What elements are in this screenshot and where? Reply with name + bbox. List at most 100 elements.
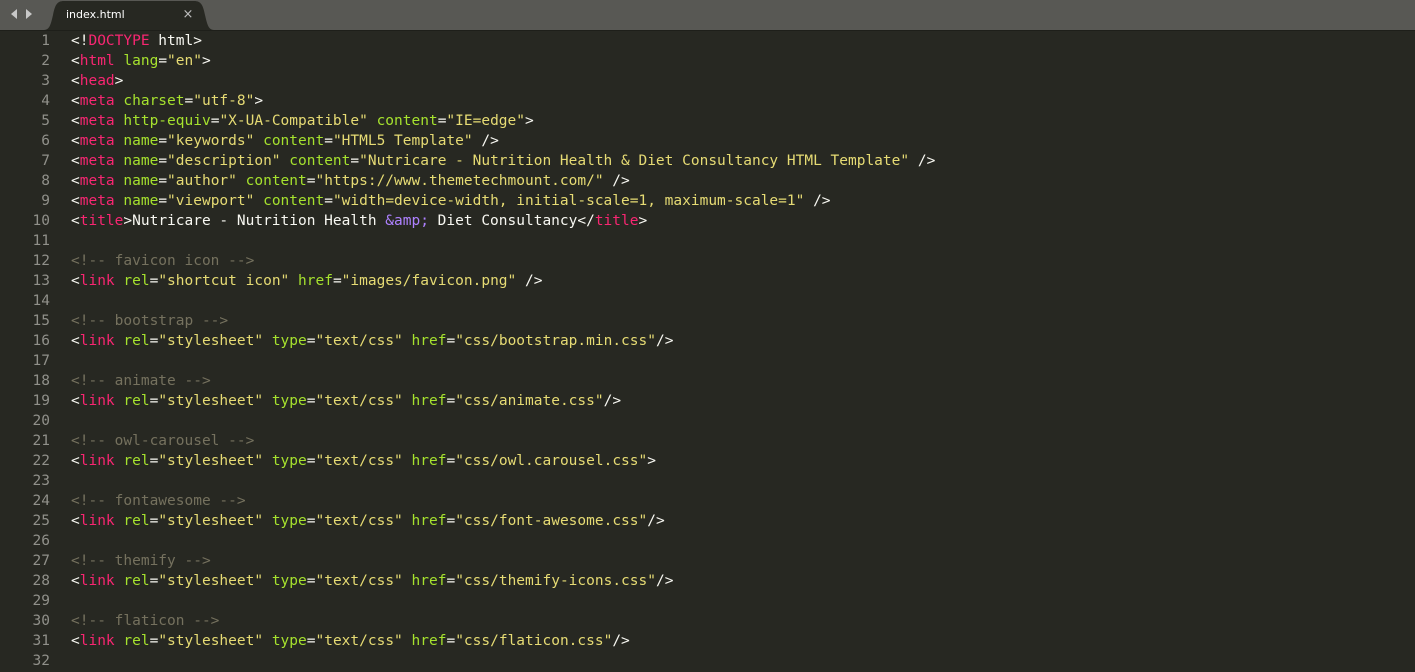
- code-token: link: [79, 333, 115, 349]
- code-token: &amp;: [385, 213, 429, 229]
- code-line[interactable]: <html lang="en">: [71, 51, 935, 71]
- code-token: "text/css": [315, 573, 403, 589]
- code-token: =: [446, 393, 456, 409]
- code-line[interactable]: [71, 231, 935, 251]
- code-token: html>: [149, 33, 202, 49]
- code-token: <: [71, 73, 80, 89]
- code-line[interactable]: [71, 651, 935, 671]
- line-number: 21: [32, 433, 50, 449]
- code-line[interactable]: <link rel="stylesheet" type="text/css" h…: [71, 631, 935, 651]
- chevron-left-icon[interactable]: [8, 7, 20, 21]
- code-line[interactable]: [71, 411, 935, 431]
- code-line[interactable]: <!-- themify -->: [71, 551, 935, 571]
- chevron-right-icon[interactable]: [23, 7, 35, 21]
- line-number: 13: [32, 273, 50, 289]
- code-token: =: [332, 273, 342, 289]
- code-token: meta: [79, 93, 115, 109]
- code-editor[interactable]: 1 2 3 4 5 6 7 8 9 10 11 12 13 14 15 16 17 18 19 20 21 22 23 24 2…: [0, 31, 1415, 672]
- code-token: <: [71, 453, 80, 469]
- code-token: meta: [79, 193, 115, 209]
- code-token: charset: [123, 93, 185, 109]
- code-token: <: [71, 193, 80, 209]
- code-token: >: [201, 53, 211, 69]
- code-token: <: [71, 633, 80, 649]
- code-line[interactable]: [71, 591, 935, 611]
- code-token: content: [263, 133, 325, 149]
- code-token: http-equiv: [123, 113, 211, 129]
- code-line[interactable]: <link rel="stylesheet" type="text/css" h…: [71, 331, 935, 351]
- code-line[interactable]: <title>Nutricare - Nutrition Health &amp…: [71, 211, 935, 231]
- code-line[interactable]: <head>: [71, 71, 935, 91]
- code-token: "images/favicon.png": [341, 273, 517, 289]
- code-line[interactable]: <!DOCTYPE html>: [71, 31, 935, 51]
- code-token: "stylesheet": [158, 453, 264, 469]
- code-line[interactable]: <!-- owl-carousel -->: [71, 431, 935, 451]
- code-token: <: [71, 513, 80, 529]
- line-number: 29: [32, 593, 50, 609]
- line-number: 8: [41, 173, 50, 189]
- code-token: <!-- favicon icon -->: [71, 253, 255, 269]
- code-area[interactable]: <!DOCTYPE html> <html lang="en"> <head> <me…: [71, 31, 935, 671]
- line-number: 24: [32, 493, 50, 509]
- code-token: "https://www.themetechmount.com/": [315, 173, 604, 189]
- code-token: "HTML5 Template": [332, 133, 473, 149]
- code-line[interactable]: [71, 291, 935, 311]
- code-token: "shortcut icon": [158, 273, 290, 289]
- line-number: 23: [32, 473, 50, 489]
- close-icon[interactable]: ×: [180, 6, 196, 22]
- code-line[interactable]: <meta name="author" content="https://www…: [71, 171, 935, 191]
- code-token: />: [647, 513, 665, 529]
- code-line[interactable]: [71, 531, 935, 551]
- code-line[interactable]: <link rel="shortcut icon" href="images/f…: [71, 271, 935, 291]
- code-line[interactable]: <meta charset="utf-8">: [71, 91, 935, 111]
- code-token: />: [804, 193, 831, 209]
- code-line[interactable]: [71, 471, 935, 491]
- code-token: type: [271, 513, 307, 529]
- tab-bar: index.html ×: [0, 0, 1415, 31]
- line-number: 17: [32, 353, 50, 369]
- line-number: 14: [32, 293, 50, 309]
- code-token: href: [411, 633, 447, 649]
- code-token: <!-- themify -->: [71, 553, 211, 569]
- code-line[interactable]: <link rel="stylesheet" type="text/css" h…: [71, 391, 935, 411]
- code-token: rel: [123, 273, 150, 289]
- code-line[interactable]: [71, 351, 935, 371]
- code-token: >: [638, 213, 648, 229]
- code-token: />: [655, 333, 674, 349]
- code-line[interactable]: <link rel="stylesheet" type="text/css" h…: [71, 451, 935, 471]
- code-token: "text/css": [315, 393, 403, 409]
- code-token: <: [71, 393, 80, 409]
- code-line[interactable]: <link rel="stylesheet" type="text/css" h…: [71, 511, 935, 531]
- line-number: 19: [32, 393, 50, 409]
- tab-index-html[interactable]: index.html ×: [44, 1, 214, 30]
- code-token: "text/css": [315, 333, 403, 349]
- code-token: name: [123, 153, 159, 169]
- code-line[interactable]: <meta http-equiv="X-UA-Compatible" conte…: [71, 111, 935, 131]
- line-number: 4: [41, 93, 50, 109]
- line-number: 5: [41, 113, 50, 129]
- code-token: >: [647, 453, 656, 469]
- code-token: =: [446, 513, 456, 529]
- code-token: rel: [123, 453, 150, 469]
- code-line[interactable]: <meta name="description" content="Nutric…: [71, 151, 935, 171]
- code-line[interactable]: <link rel="stylesheet" type="text/css" h…: [71, 571, 935, 591]
- code-line[interactable]: <meta name="keywords" content="HTML5 Tem…: [71, 131, 935, 151]
- code-token: Diet Consultancy: [428, 213, 578, 229]
- code-token: "stylesheet": [158, 393, 264, 409]
- code-line[interactable]: <!-- bootstrap -->: [71, 311, 935, 331]
- code-line[interactable]: <!-- favicon icon -->: [71, 251, 935, 271]
- code-token: <!: [71, 33, 89, 49]
- code-token: rel: [123, 633, 150, 649]
- code-line[interactable]: <!-- flaticon -->: [71, 611, 935, 631]
- code-line[interactable]: <!-- fontawesome -->: [71, 491, 935, 511]
- code-line[interactable]: <!-- animate -->: [71, 371, 935, 391]
- code-token: DOCTYPE: [88, 33, 150, 49]
- line-number: 16: [32, 333, 50, 349]
- code-token: type: [271, 393, 307, 409]
- code-line[interactable]: <meta name="viewport" content="width=dev…: [71, 191, 935, 211]
- code-token: link: [79, 393, 115, 409]
